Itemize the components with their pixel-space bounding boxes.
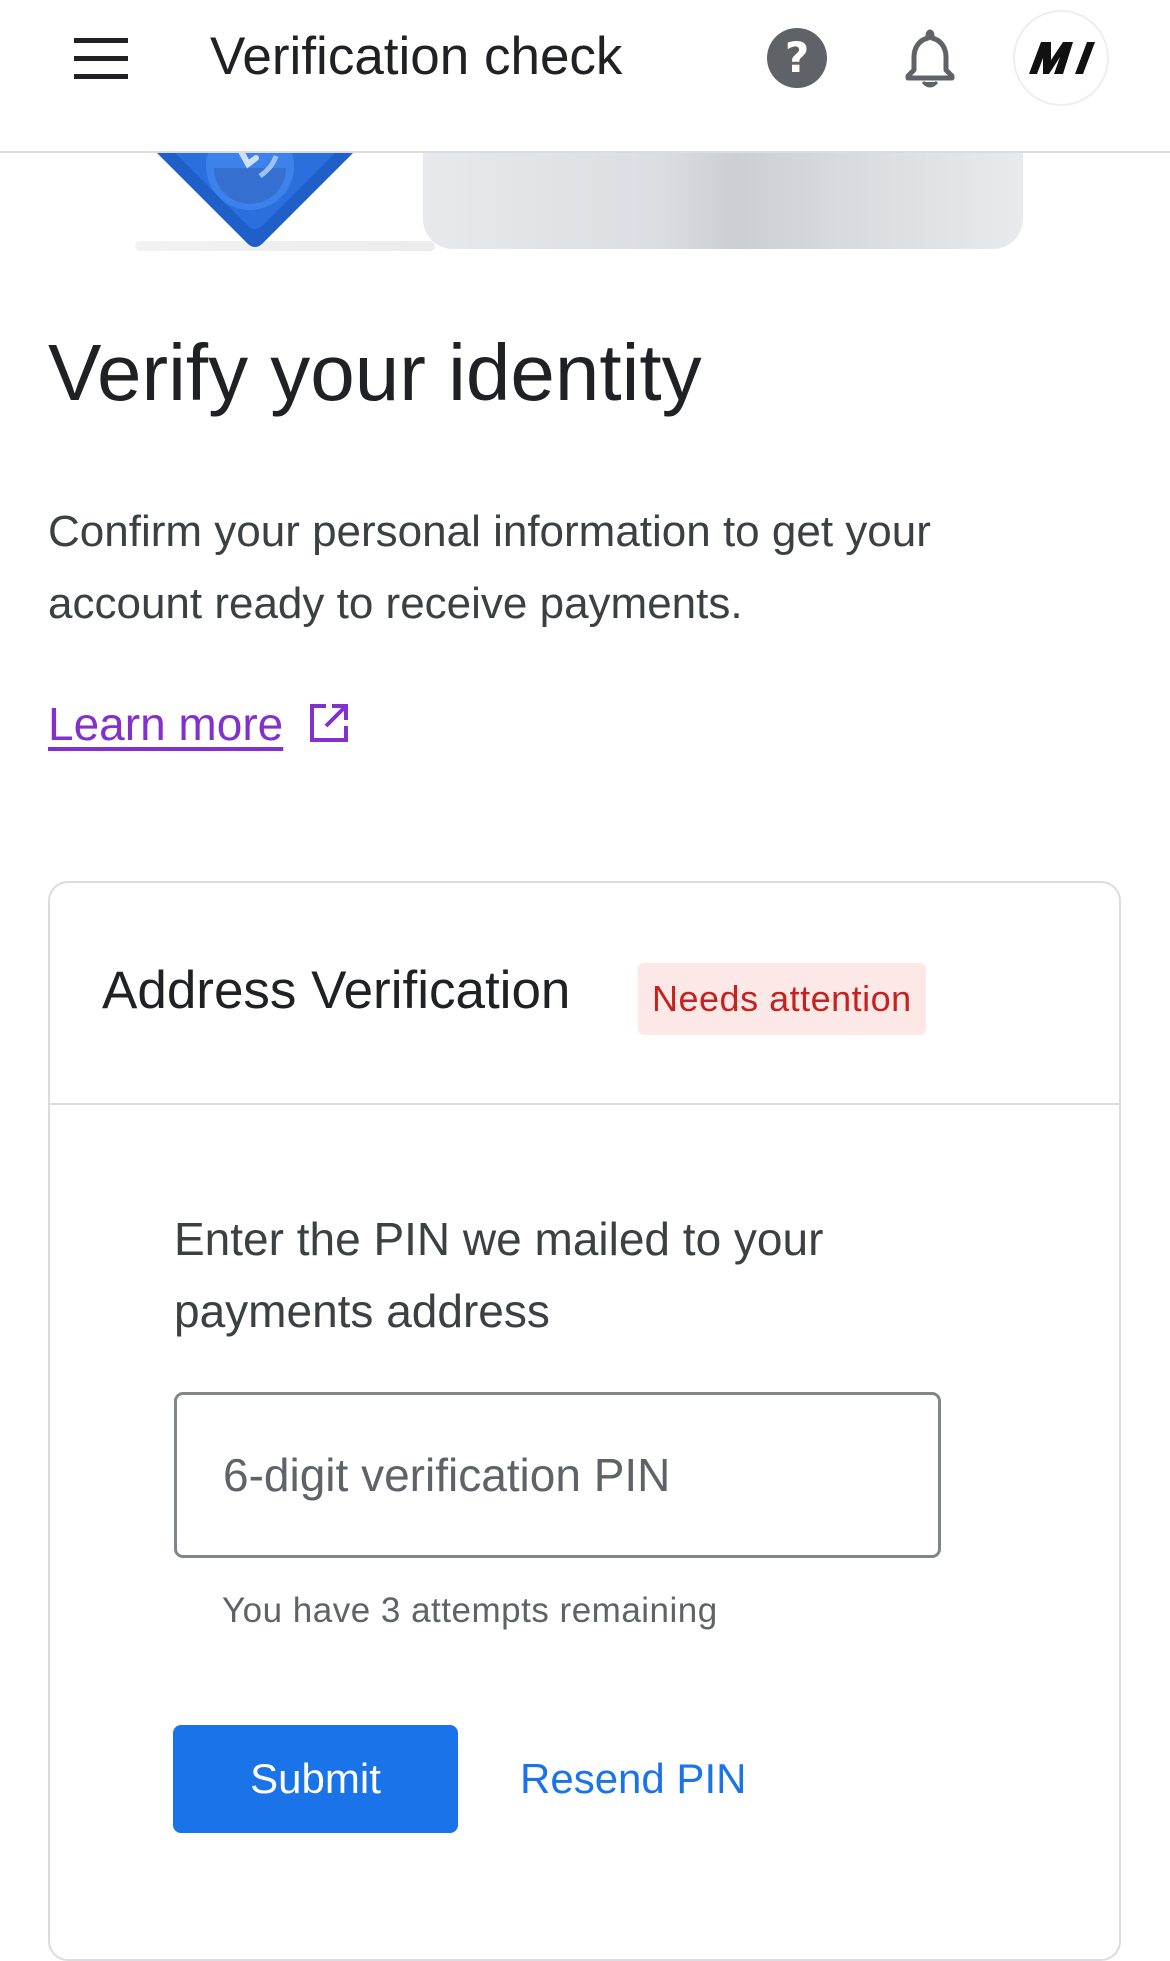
account-logo-icon xyxy=(1029,42,1095,74)
learn-more-link[interactable]: Learn more xyxy=(48,694,283,754)
status-badge: Needs attention xyxy=(638,963,926,1035)
address-verification-card: Address Verification Needs attention Ent… xyxy=(48,881,1121,1961)
account-avatar[interactable] xyxy=(1013,10,1109,106)
svg-text:?: ? xyxy=(785,33,809,82)
submit-button[interactable]: Submit xyxy=(173,1725,458,1833)
open-in-new-icon[interactable] xyxy=(308,702,350,744)
card-header: Address Verification Needs attention xyxy=(50,883,1119,1105)
app-title: Verification check xyxy=(210,27,623,86)
page-title: Verify your identity xyxy=(48,328,702,417)
top-app-bar: Verification check ? xyxy=(0,0,1170,153)
card-title: Address Verification xyxy=(102,961,571,1020)
shield-badge-icon xyxy=(155,151,355,247)
help-circle-icon[interactable]: ? xyxy=(766,27,828,89)
menu-bar xyxy=(74,56,128,61)
resend-pin-button[interactable]: Resend PIN xyxy=(520,1725,760,1833)
verification-illustration xyxy=(120,151,1030,251)
hamburger-menu-icon[interactable] xyxy=(62,30,142,86)
menu-bar xyxy=(74,74,128,79)
bell-icon[interactable] xyxy=(896,24,964,92)
pin-instruction: Enter the PIN we mailed to your payments… xyxy=(174,1213,824,1337)
page-subtitle: Confirm your personal information to get… xyxy=(48,507,931,628)
pin-input[interactable] xyxy=(174,1392,941,1558)
illustration-card xyxy=(423,151,1023,249)
menu-bar xyxy=(74,38,128,43)
attempts-helper-text: You have 3 attempts remaining xyxy=(222,1591,718,1630)
